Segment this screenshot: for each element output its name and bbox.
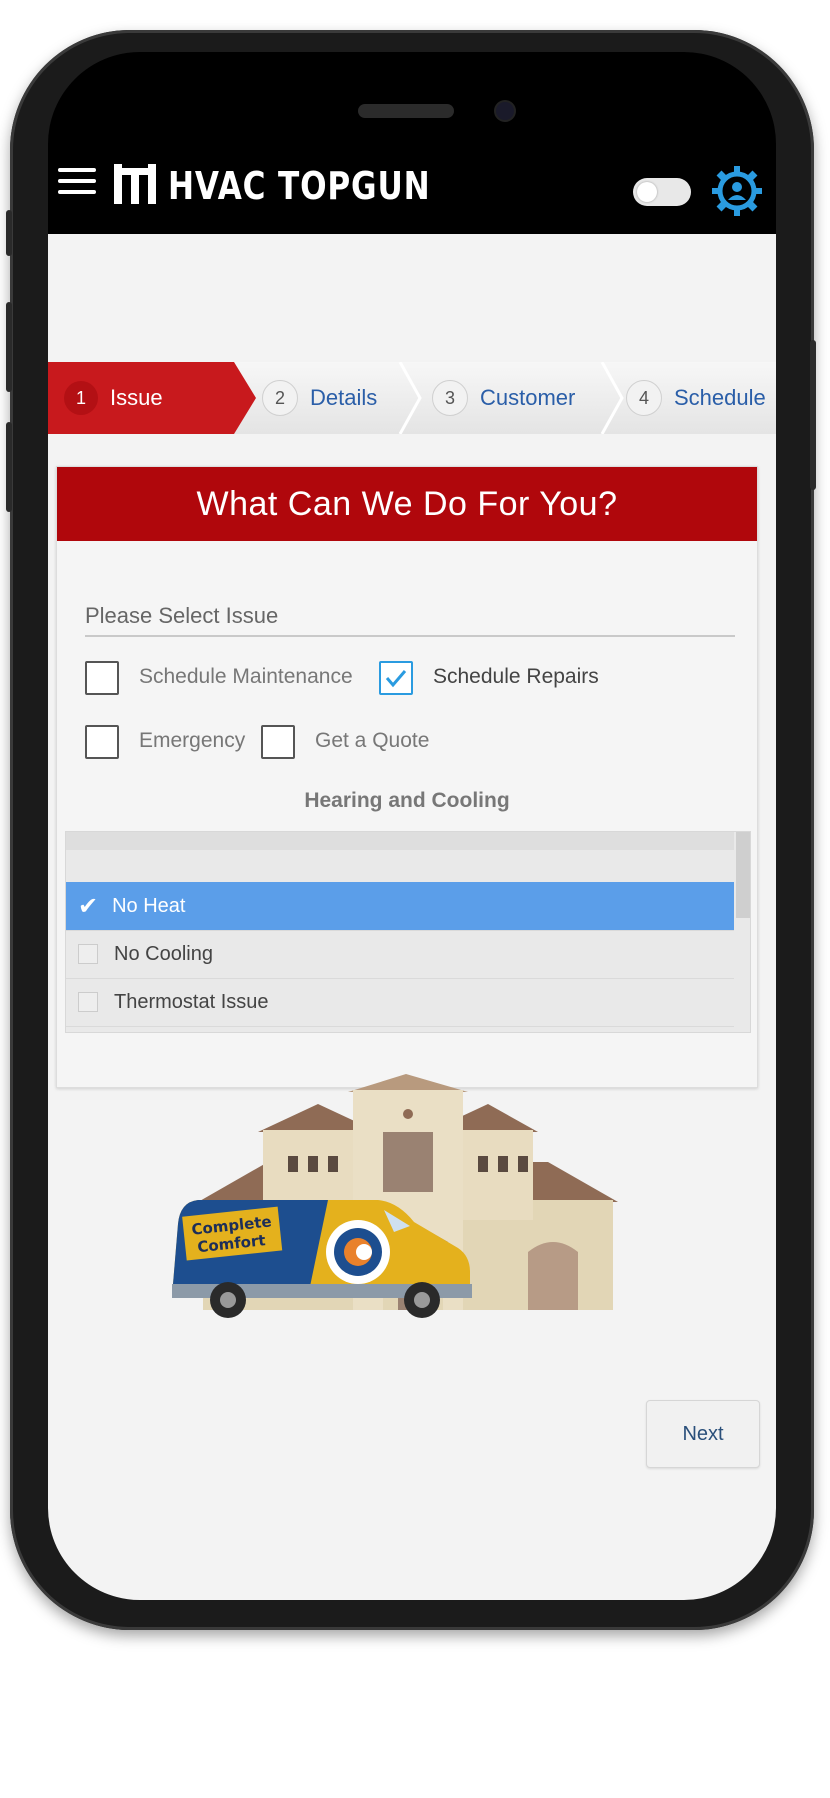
checkbox-get-a-quote[interactable] [261, 725, 295, 759]
issue-card: What Can We Do For You? Please Select Is… [56, 466, 758, 1088]
step-label: Schedule [674, 385, 766, 410]
list-item-label: No Cooling [114, 942, 213, 965]
list-item-label: No Heat [112, 894, 186, 917]
option-label: Get a Quote [315, 729, 430, 752]
hamburger-icon[interactable] [58, 168, 96, 198]
app-title: HVAC TOPGUN [168, 164, 431, 208]
settings-gear-icon[interactable] [710, 164, 764, 218]
step-issue[interactable]: 1 Issue [48, 362, 234, 434]
select-issue-label: Please Select Issue [85, 603, 279, 628]
option-label: Schedule Repairs [433, 665, 599, 688]
issue-list: ✔ No Heat No Cooling Thermostat Issue [65, 831, 751, 1033]
list-scrollbar[interactable] [736, 832, 750, 918]
chevron-right-icon [600, 362, 624, 434]
front-camera [496, 102, 514, 120]
check-icon: ✔ [78, 892, 99, 920]
step-label: Issue [110, 385, 163, 410]
step-customer[interactable]: 3 Customer [432, 362, 575, 434]
checkbox-schedule-maintenance[interactable] [85, 661, 119, 695]
step-number: 1 [64, 381, 98, 415]
phone-frame: HVAC TOPGUN 1 Issue 2 Details 3 Customer… [6, 30, 816, 1630]
step-number: 2 [262, 380, 298, 416]
checkbox-schedule-repairs[interactable] [379, 661, 413, 695]
logo-icon [114, 164, 156, 204]
step-label: Details [310, 385, 378, 410]
step-schedule[interactable]: 4 Schedule [626, 362, 766, 434]
house-van-illustration: Complete Comfort [172, 1074, 618, 1318]
checkbox-emergency[interactable] [85, 725, 119, 759]
list-item-label: Thermostat Issue [114, 990, 269, 1013]
step-label: Customer [480, 385, 576, 410]
step-details[interactable]: 2 Details [262, 362, 377, 434]
list-title: Hearing and Cooling [304, 789, 510, 812]
list-item-thermostat-issue[interactable]: Thermostat Issue [66, 978, 734, 1027]
option-label: Schedule Maintenance [139, 665, 353, 688]
chevron-right-icon [398, 362, 422, 434]
divider [85, 635, 735, 637]
step-number: 4 [626, 380, 662, 416]
phone-side-button [6, 422, 12, 512]
stepper: 1 Issue 2 Details 3 Customer 4 Schedule [48, 362, 776, 434]
app-bar: HVAC TOPGUN [48, 144, 776, 234]
list-header [66, 832, 734, 850]
list-checkbox[interactable] [78, 992, 98, 1012]
option-label: Emergency [139, 729, 246, 752]
card-title: What Can We Do For You? [57, 467, 757, 541]
content-area: 1 Issue 2 Details 3 Customer 4 Schedule … [48, 234, 776, 1600]
check-icon [385, 670, 407, 688]
speaker [358, 104, 454, 118]
theme-toggle[interactable] [633, 178, 691, 206]
list-item-no-heat[interactable]: ✔ No Heat [66, 882, 734, 931]
phone-side-button [6, 210, 12, 256]
phone-side-button [6, 302, 12, 392]
list-item-no-cooling[interactable]: No Cooling [66, 930, 734, 979]
step-number: 3 [432, 380, 468, 416]
step-arrow [234, 362, 256, 434]
toggle-knob [637, 182, 657, 202]
next-button[interactable]: Next [646, 1400, 760, 1468]
phone-side-button [810, 340, 816, 490]
phone-screen: HVAC TOPGUN 1 Issue 2 Details 3 Customer… [48, 52, 776, 1600]
list-checkbox[interactable] [78, 944, 98, 964]
